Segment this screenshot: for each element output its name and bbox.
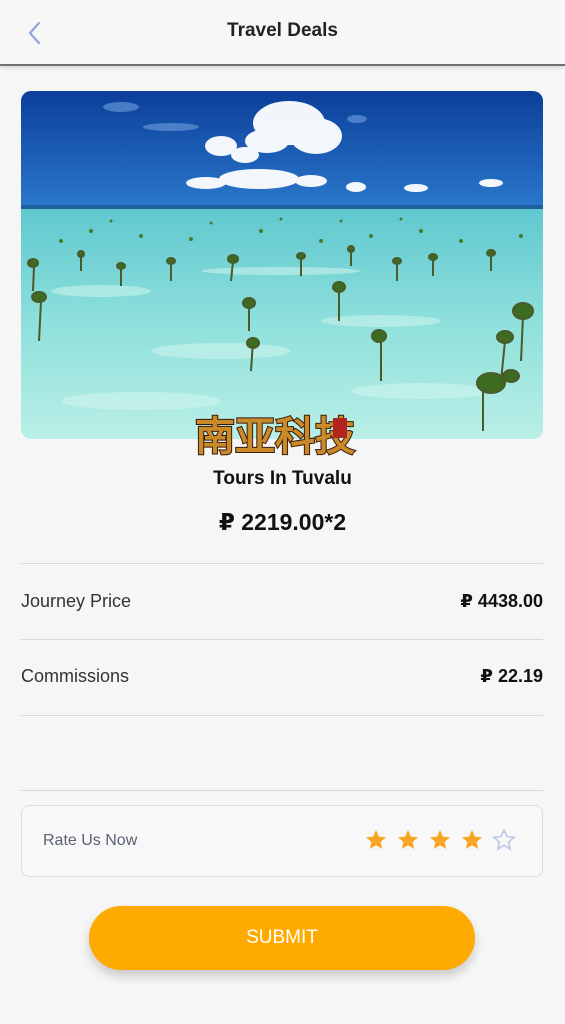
brand-logo: 南亚科技 xyxy=(185,400,365,472)
svg-text:南亚科技: 南亚科技 xyxy=(195,413,355,460)
commissions-label: Commissions xyxy=(21,665,130,686)
commissions-row: Commissions ₽ 22.19 xyxy=(21,661,543,691)
page-title: Travel Deals xyxy=(227,20,338,41)
rating-card: Rate Us Now xyxy=(21,805,543,877)
divider xyxy=(21,563,543,564)
commissions-value: ₽ 22.19 xyxy=(480,665,543,686)
divider xyxy=(21,715,543,716)
tour-name: Tours In Tuvalu xyxy=(213,468,352,489)
star-filled-icon[interactable] xyxy=(428,828,452,852)
star-filled-icon[interactable] xyxy=(460,828,484,852)
star-filled-icon[interactable] xyxy=(364,828,388,852)
divider xyxy=(21,790,543,791)
rate-us-label: Rate Us Now xyxy=(43,832,138,849)
submit-button[interactable]: SUBMIT xyxy=(89,906,475,970)
star-rating[interactable] xyxy=(364,828,516,852)
journey-price-label: Journey Price xyxy=(21,590,132,611)
tour-hero-image xyxy=(21,91,543,439)
unit-price: ₽ 2219.00*2 xyxy=(218,509,347,535)
journey-price-row: Journey Price ₽ 4438.00 xyxy=(21,586,543,616)
divider xyxy=(21,639,543,640)
top-bar: Travel Deals xyxy=(0,0,565,66)
star-filled-icon[interactable] xyxy=(396,828,420,852)
star-empty-icon[interactable] xyxy=(492,828,516,852)
journey-price-value: ₽ 4438.00 xyxy=(460,590,543,611)
